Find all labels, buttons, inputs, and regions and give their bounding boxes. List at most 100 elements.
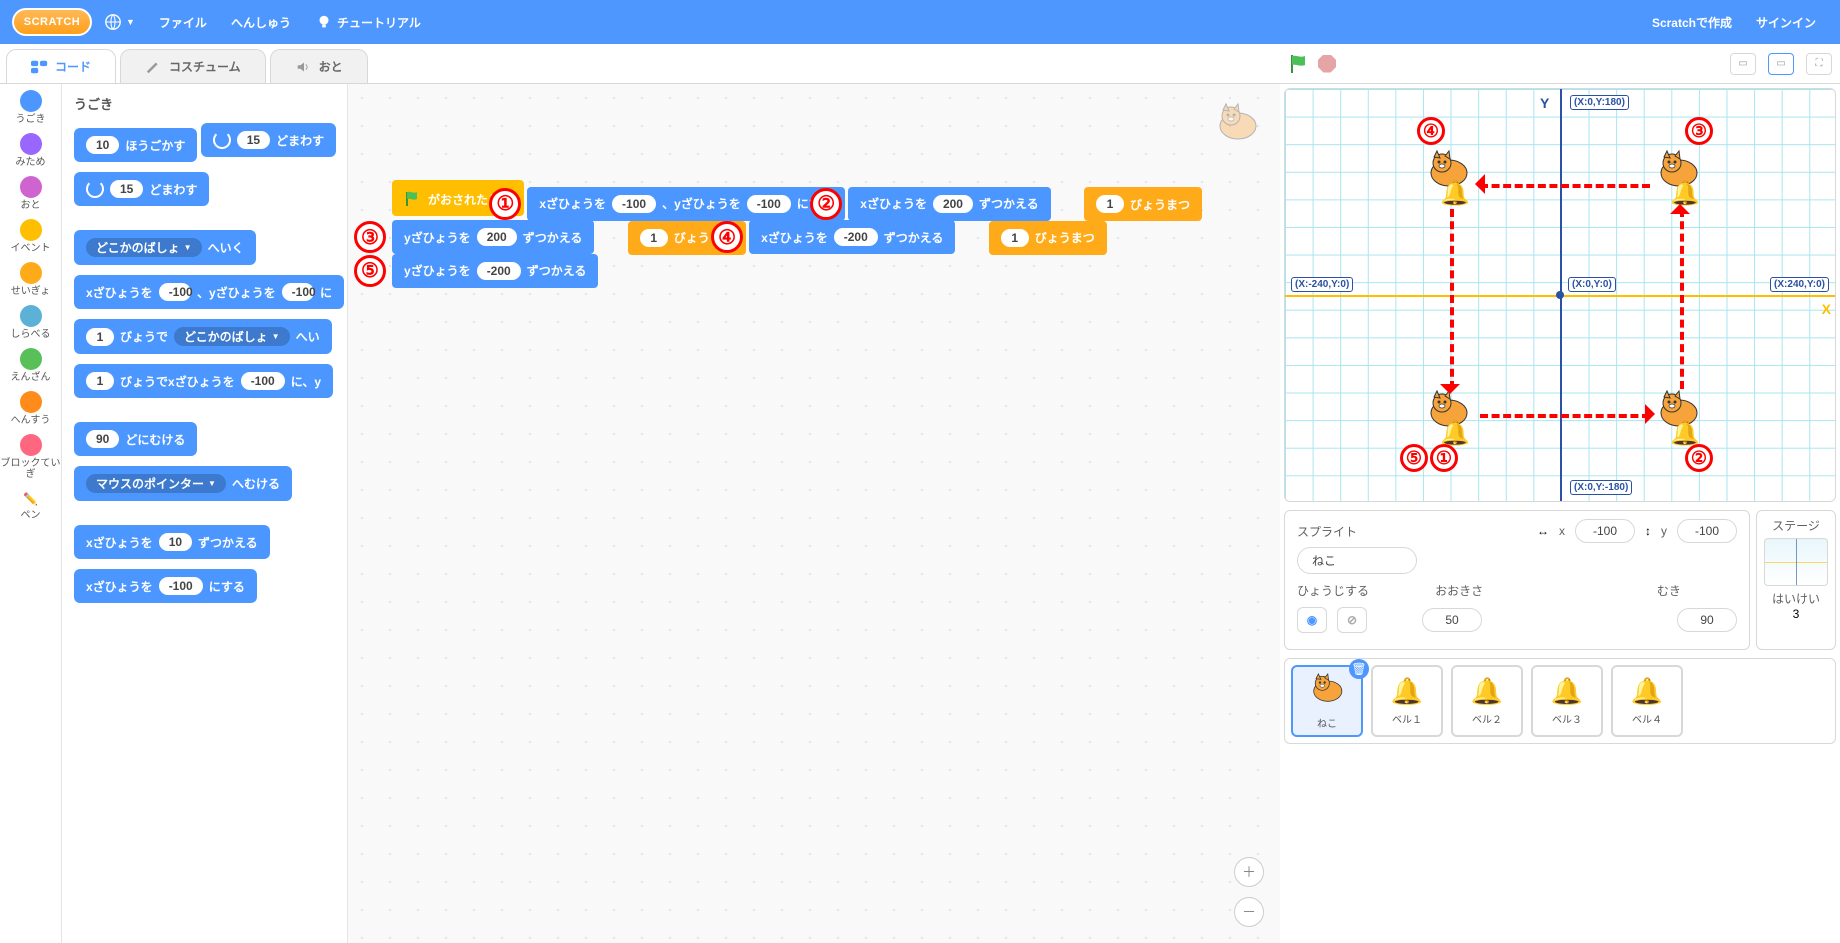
block-glide-xy[interactable]: 1 びょうでxざひょうを -100 に、y (74, 364, 333, 398)
green-flag-icon (404, 190, 422, 208)
tab-costumes-label: コスチューム (169, 58, 241, 75)
backdrops-count: 3 (1793, 607, 1800, 621)
large-stage-button[interactable]: ▭ (1768, 53, 1794, 75)
stage[interactable]: Y X (X:0,Y:180) (X:0,Y:-180) (X:-240,Y:0… (1284, 88, 1836, 502)
stage-thumbnail[interactable] (1764, 538, 1828, 586)
block-turn-ccw[interactable]: 15 どまわす (74, 172, 209, 206)
block-change-x[interactable]: xざひょうを 10 ずつかえる (74, 525, 270, 559)
y-axis-label: Y (1540, 95, 1549, 111)
sprite-card-ベル４[interactable]: 🔔ベル４ (1611, 665, 1683, 737)
block-turn-cw[interactable]: 15 どまわす (201, 123, 336, 157)
script-workspace[interactable]: がおされたとき ① xざひょうを-100 、yざひょうを-100 にする ② x… (348, 84, 1280, 943)
tutorials-button[interactable]: チュートリアル (315, 13, 421, 31)
tab-code-label: コード (55, 58, 91, 75)
annotation-4: ④ (711, 221, 743, 253)
category-うごき[interactable]: うごき (16, 90, 46, 125)
editor-tabs: コード コスチューム おと (0, 44, 1280, 84)
script-block-5[interactable]: ⑤ yざひょうを-200ずつかえる (392, 254, 598, 288)
annotation-1: ① (489, 188, 521, 220)
category-dot (20, 90, 42, 112)
brush-icon (145, 60, 163, 74)
hide-button[interactable]: ⊘ (1337, 607, 1367, 633)
palette-title: うごき (74, 94, 343, 113)
sprite-x-input[interactable]: -100 (1575, 519, 1635, 543)
stop-button[interactable] (1318, 55, 1336, 73)
edit-menu[interactable]: へんしゅう (231, 14, 291, 31)
zoom-out-button[interactable]: － (1234, 897, 1264, 927)
block-point-dir[interactable]: 90 どにむける (74, 422, 197, 456)
annotation-5: ⑤ (354, 255, 386, 287)
annotation-3: ③ (354, 221, 386, 253)
sprite-card-ベル１[interactable]: 🔔ベル１ (1371, 665, 1443, 737)
script-wait-1[interactable]: 1びょうまつ (1084, 187, 1202, 221)
category-しらべる[interactable]: しらべる (11, 305, 51, 340)
category-dot (20, 305, 42, 327)
category-おと[interactable]: おと (20, 176, 42, 211)
sprite-card-ベル３[interactable]: 🔔ベル３ (1531, 665, 1603, 737)
menu-bar: SCRATCH ▼ ファイル へんしゅう チュートリアル Scratchで作成 … (0, 0, 1840, 44)
category-イベント[interactable]: イベント (11, 219, 51, 254)
small-stage-button[interactable]: ▭ (1730, 53, 1756, 75)
xy-icon: ↔ (1537, 524, 1549, 538)
script-block-3[interactable]: ③ yざひょうを200ずつかえる (392, 220, 594, 254)
lightbulb-icon (315, 13, 333, 31)
zoom-in-button[interactable]: ＋ (1234, 857, 1264, 887)
delete-sprite-button[interactable]: 🗑 (1349, 659, 1369, 679)
category-dot (20, 219, 42, 241)
category-dot (20, 262, 42, 284)
category-ブロックていぎ[interactable]: ブロックていぎ (0, 434, 61, 480)
show-button[interactable]: ◉ (1297, 607, 1327, 633)
tab-costumes[interactable]: コスチューム (120, 49, 266, 83)
language-menu[interactable]: ▼ (104, 13, 135, 31)
category-へんすう[interactable]: へんすう (11, 391, 51, 426)
block-goto-xy[interactable]: xざひょうを -100 、yざひょうを -100 に (74, 275, 344, 309)
scratch-logo[interactable]: SCRATCH (12, 8, 92, 36)
script-block-2[interactable]: ② xざひょうを200ずつかえる (848, 187, 1050, 221)
tab-code[interactable]: コード (6, 49, 116, 83)
category-dot (20, 348, 42, 370)
x-axis-label: X (1822, 301, 1831, 317)
size-input[interactable]: 50 (1422, 608, 1482, 632)
category-dot (20, 434, 42, 456)
stage-header: ▭ ▭ ⛶ (1280, 44, 1840, 84)
category-column: うごきみためおとイベントせいぎょしらべるえんざんへんすうブロックていぎ ✏️ペン (0, 84, 62, 943)
dir-label: むき (1657, 582, 1681, 599)
block-point-towards[interactable]: マウスのポインター▼ へむける (74, 466, 292, 501)
category-えんざん[interactable]: えんざん (11, 348, 51, 383)
sprite-name-input[interactable]: ねこ (1297, 547, 1417, 574)
stage-panel: ステージ はいけい 3 (1756, 510, 1836, 650)
sprite-card-ベル２[interactable]: 🔔ベル２ (1451, 665, 1523, 737)
block-glide-random[interactable]: 1 びょうで どこかのばしょ▼ へい (74, 319, 332, 354)
fullscreen-button[interactable]: ⛶ (1806, 53, 1832, 75)
tab-sounds[interactable]: おと (270, 49, 368, 83)
turn-ccw-icon (86, 180, 104, 198)
script-block-1[interactable]: ① xざひょうを-100 、yざひょうを-100 にする (527, 187, 845, 221)
script-wait-3[interactable]: 1びょうまつ (989, 221, 1107, 255)
signin-link[interactable]: サインイン (1756, 14, 1816, 31)
sprite-y-input[interactable]: -100 (1677, 519, 1737, 543)
block-set-x[interactable]: xざひょうを -100 にする (74, 569, 257, 603)
block-goto-random[interactable]: どこかのばしょ▼ へいく (74, 230, 256, 265)
script-block-4[interactable]: ④ xざひょうを-200ずつかえる (749, 220, 955, 254)
coord-right: (X:240,Y:0) (1770, 277, 1829, 292)
file-menu[interactable]: ファイル (159, 14, 207, 31)
tab-sounds-label: おと (319, 58, 343, 75)
sprite-card-ねこ[interactable]: 🗑ねこ (1291, 665, 1363, 737)
create-link[interactable]: Scratchで作成 (1652, 14, 1732, 31)
direction-input[interactable]: 90 (1677, 608, 1737, 632)
sound-icon (295, 60, 313, 74)
category-みため[interactable]: みため (16, 133, 46, 168)
sprite-watermark (1214, 102, 1260, 145)
block-move-steps[interactable]: 10 ほうごかす (74, 128, 197, 162)
sprite-list: 🗑ねこ🔔ベル１🔔ベル２🔔ベル３🔔ベル４ (1284, 658, 1836, 744)
code-icon (31, 60, 49, 74)
sprite-info-panel: スプライト ↔ x -100 ↕ y -100 ねこ ひょうじする おおきさ (1284, 510, 1750, 650)
sprite-label: スプライト (1297, 523, 1357, 540)
category-ペン[interactable]: ✏️ペン (20, 488, 42, 521)
green-flag-button[interactable] (1288, 53, 1310, 75)
category-dot (20, 133, 42, 155)
coord-bottom: (X:0,Y:-180) (1570, 480, 1632, 495)
stage-annot-2: ② (1685, 444, 1713, 472)
category-dot (20, 391, 42, 413)
category-せいぎょ[interactable]: せいぎょ (11, 262, 51, 297)
